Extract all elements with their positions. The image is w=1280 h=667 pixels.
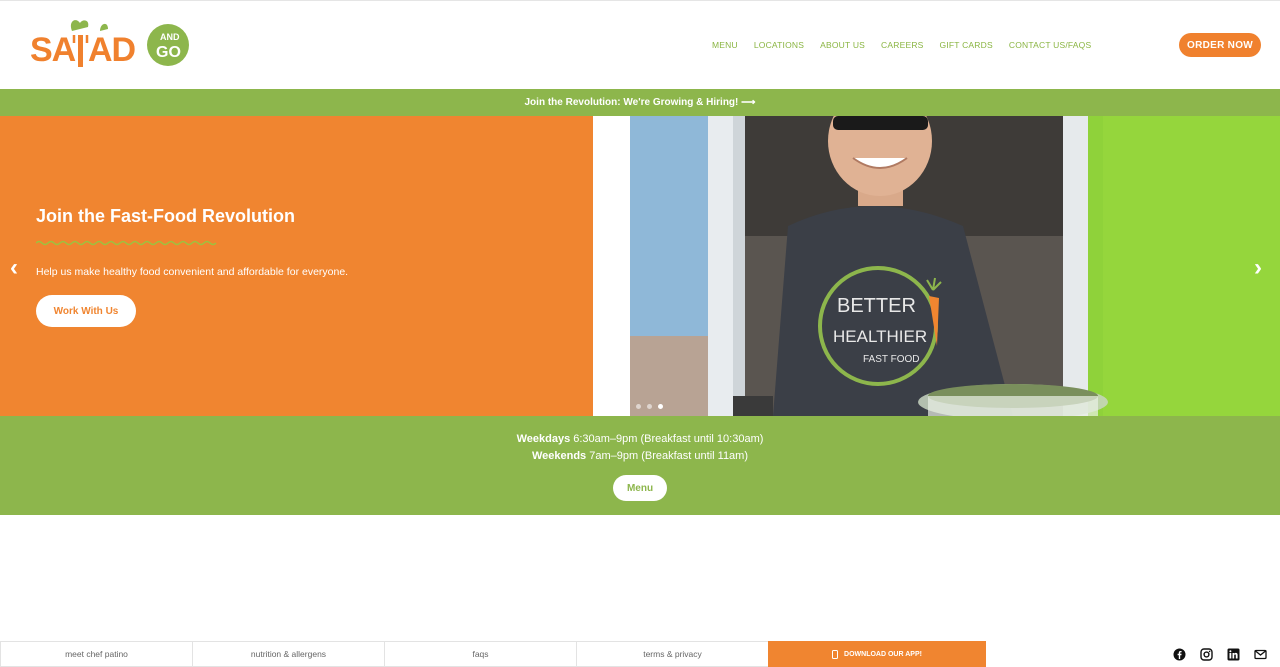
- hero-subtitle: Help us make healthy food convenient and…: [36, 266, 349, 278]
- carousel-dots: [614, 404, 663, 409]
- shirt-text-healthier: HEALTHIER: [833, 327, 927, 346]
- nav-item-careers[interactable]: CAREERS: [881, 40, 924, 50]
- instagram-icon[interactable]: [1200, 648, 1213, 661]
- svg-text:AND: AND: [160, 32, 180, 42]
- announcement-bar[interactable]: Join the Revolution: We're Growing & Hir…: [0, 89, 1280, 116]
- employee-window-photo: BETTER HEALTHIER FAST FOOD: [593, 116, 1280, 416]
- nav-item-contact-us[interactable]: CONTACT US/FAQS: [1009, 40, 1092, 50]
- menu-button[interactable]: Menu: [613, 475, 667, 501]
- linkedin-icon[interactable]: [1227, 648, 1240, 661]
- salad-and-go-logo[interactable]: SA AD AND GO: [30, 17, 195, 75]
- nav-item-gift-cards[interactable]: GIFT CARDS: [940, 40, 993, 50]
- download-app-button[interactable]: DOWNLOAD OUR APP!: [768, 641, 986, 667]
- carousel-dot[interactable]: [614, 404, 619, 409]
- phone-icon: [832, 649, 839, 659]
- footer-link-terms[interactable]: terms & privacy: [576, 641, 768, 667]
- work-with-us-button[interactable]: Work With Us: [36, 295, 136, 327]
- hero-text-panel: Join the Fast-Food Revolution Help us ma…: [0, 116, 593, 416]
- carousel-dot[interactable]: [647, 404, 652, 409]
- hero-title: Join the Fast-Food Revolution: [36, 206, 295, 226]
- order-now-button[interactable]: ORDER NOW: [1179, 33, 1261, 57]
- hero-carousel: Join the Fast-Food Revolution Help us ma…: [0, 116, 1280, 416]
- footer-link-faqs[interactable]: faqs: [384, 641, 576, 667]
- carousel-next-arrow-icon[interactable]: ›: [1254, 254, 1262, 282]
- carousel-dot[interactable]: [636, 404, 641, 409]
- site-header: SA AD AND GO MENU LOCATIONS ABOUT US CAR…: [0, 0, 1280, 89]
- squiggle-divider-icon: [36, 240, 217, 246]
- footer-link-meet-chef[interactable]: meet chef patino: [0, 641, 192, 667]
- shirt-text-fast-food: FAST FOOD: [863, 354, 920, 365]
- download-app-label: DOWNLOAD OUR APP!: [844, 650, 922, 658]
- carousel-dot[interactable]: [625, 404, 630, 409]
- nav-item-menu[interactable]: MENU: [712, 40, 738, 50]
- weekends-label: Weekends: [531, 450, 587, 462]
- site-footer: meet chef patino nutrition & allergens f…: [0, 641, 1280, 667]
- mail-icon[interactable]: [1254, 648, 1267, 661]
- carousel-dot-active[interactable]: [658, 404, 663, 409]
- footer-link-nutrition[interactable]: nutrition & allergens: [192, 641, 384, 667]
- footer-links: meet chef patino nutrition & allergens f…: [0, 641, 986, 667]
- social-links: [1173, 648, 1267, 661]
- carousel-prev-arrow-icon[interactable]: ‹: [10, 254, 18, 282]
- weekdays-label: Weekdays: [516, 433, 571, 445]
- hours-band: Weekdays 6:30am–9pm (Breakfast until 10:…: [0, 416, 1280, 515]
- main-nav: MENU LOCATIONS ABOUT US CAREERS GIFT CAR…: [712, 40, 1091, 50]
- weekends-value: 7am–9pm (Breakfast until 11am): [589, 450, 749, 462]
- facebook-icon[interactable]: [1173, 648, 1186, 661]
- nav-item-locations[interactable]: LOCATIONS: [754, 40, 804, 50]
- weekday-hours: Weekdays 6:30am–9pm (Breakfast until 10:…: [0, 433, 1280, 445]
- weekend-hours: Weekends 7am–9pm (Breakfast until 11am): [0, 450, 1280, 462]
- hero-photo: BETTER HEALTHIER FAST FOOD: [593, 116, 1280, 416]
- nav-item-about-us[interactable]: ABOUT US: [820, 40, 865, 50]
- svg-text:GO: GO: [156, 44, 181, 61]
- weekdays-value: 6:30am–9pm (Breakfast until 10:30am): [573, 433, 764, 445]
- svg-text:SA: SA: [30, 31, 76, 69]
- svg-text:AD: AD: [88, 31, 136, 69]
- shirt-text-better: BETTER: [837, 295, 916, 317]
